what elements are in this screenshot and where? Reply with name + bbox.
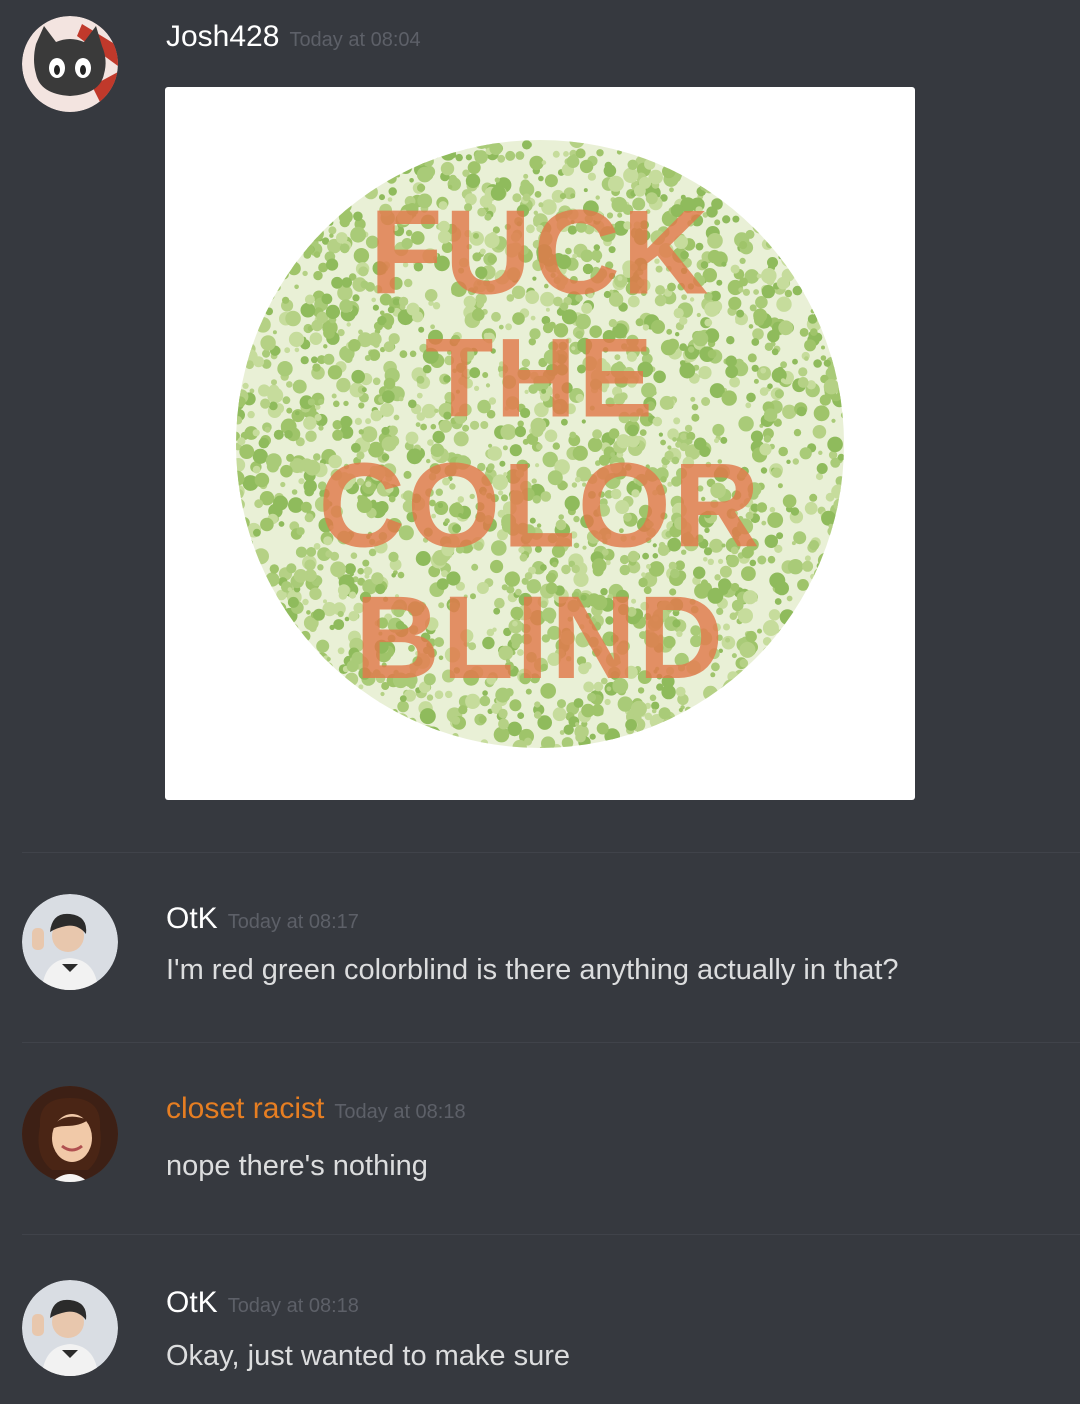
message-group: closet racist Today at 08:18 nope there's… xyxy=(0,1060,1080,1230)
message-header: Josh428 Today at 08:04 xyxy=(166,20,421,54)
image-attachment[interactable]: FUCK THE COLOR BLIND xyxy=(165,87,915,800)
message-divider xyxy=(22,852,1080,853)
username[interactable]: closet racist xyxy=(166,1092,324,1125)
user-avatar[interactable] xyxy=(22,1280,118,1376)
timestamp: Today at 08:17 xyxy=(227,911,359,933)
username[interactable]: OtK xyxy=(166,902,218,935)
message-group: Josh428 Today at 08:04 FUCK THE COLOR BLIND xyxy=(0,0,1080,853)
cat-icon xyxy=(22,16,118,112)
message-header: OtK Today at 08:18 xyxy=(166,1286,359,1320)
timestamp: Today at 08:18 xyxy=(334,1101,466,1123)
color-blindness-plate-image: FUCKTHECOLORBLIND xyxy=(236,140,844,748)
timestamp: Today at 08:18 xyxy=(227,1295,359,1317)
message-group: OtK Today at 08:17 I'm red green colorbli… xyxy=(0,870,1080,1040)
person-avatar-icon xyxy=(22,1280,118,1376)
username[interactable]: OtK xyxy=(166,1286,218,1319)
plate-text-line: THE xyxy=(425,316,655,441)
timestamp: Today at 08:04 xyxy=(289,29,421,51)
message-divider xyxy=(22,1234,1080,1235)
user-avatar[interactable] xyxy=(22,894,118,990)
message-text: nope there's nothing xyxy=(166,1150,428,1182)
message-header: OtK Today at 08:17 xyxy=(166,902,359,936)
message-header: closet racist Today at 08:18 xyxy=(166,1092,466,1126)
plate-text-line: BLIND xyxy=(355,572,726,704)
message-text: I'm red green colorblind is there anythi… xyxy=(166,954,899,986)
plate-text-line: COLOR xyxy=(318,439,761,573)
message-text: Okay, just wanted to make sure xyxy=(166,1340,571,1372)
username[interactable]: Josh428 xyxy=(166,20,279,53)
user-avatar[interactable] xyxy=(22,1086,118,1182)
person-avatar-icon xyxy=(22,894,118,990)
user-avatar[interactable] xyxy=(22,16,118,112)
message-divider xyxy=(22,1042,1080,1043)
person-avatar-icon xyxy=(22,1086,118,1182)
plate-text-line: FUCK xyxy=(369,186,710,320)
message-group: OtK Today at 08:18 Okay, just wanted to m… xyxy=(0,1254,1080,1404)
chat-log: Josh428 Today at 08:04 FUCK THE COLOR BLIND xyxy=(0,0,1080,1404)
